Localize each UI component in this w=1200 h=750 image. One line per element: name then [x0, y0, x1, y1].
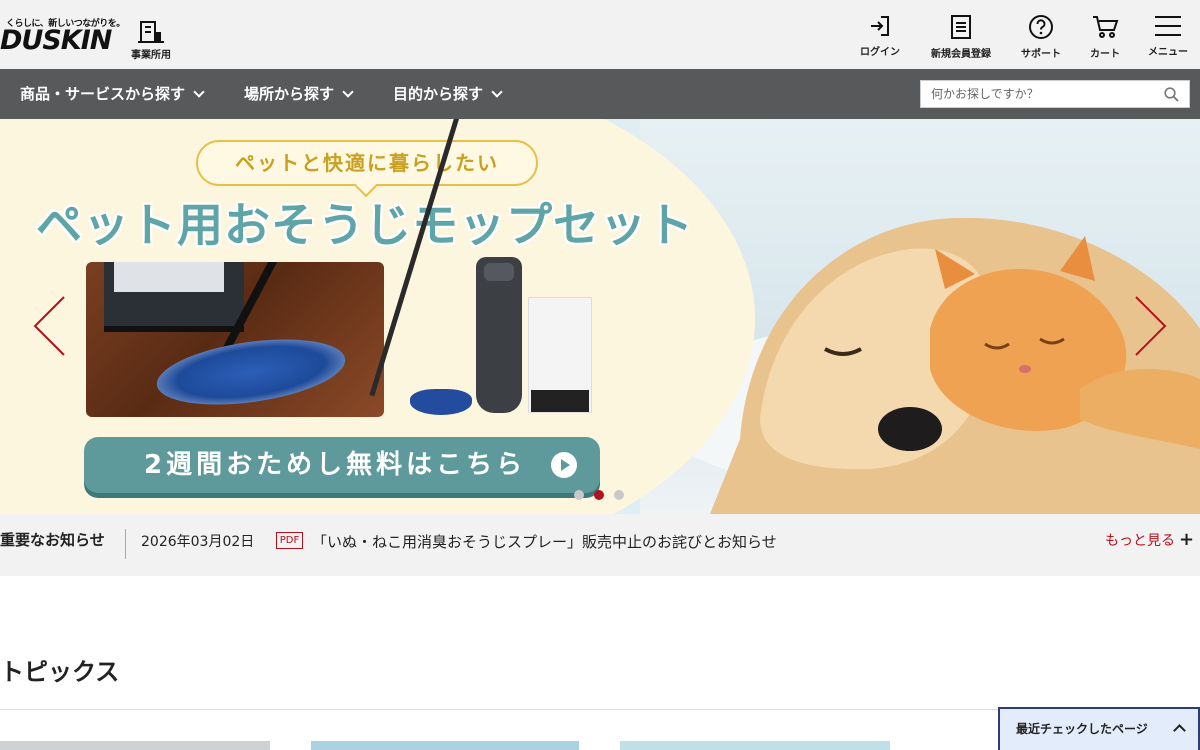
- logo-wordmark: DUSKIN: [0, 25, 112, 56]
- refill-box-product: [528, 297, 592, 413]
- support-button[interactable]: サポート: [1016, 14, 1066, 64]
- hero-carousel[interactable]: ペットと快適に暮らしたい ペット用おそうじモップセット 2週間おためし無料はこち…: [0, 119, 1200, 514]
- nav-purposes[interactable]: 目的から探す: [393, 69, 503, 119]
- site-header: くらしに、新しいつながりを。 DUSKIN 事業所用 ログイン 新規会員登録 サ…: [0, 0, 1200, 69]
- menu-button[interactable]: メニュー: [1142, 14, 1194, 64]
- topic-card-2[interactable]: [311, 741, 579, 750]
- topics-heading: トピックス: [0, 658, 120, 686]
- carousel-dots: [574, 485, 634, 500]
- notice-divider: [125, 529, 126, 559]
- cart-label: カート: [1090, 49, 1120, 60]
- hero-bubble-text: ペットと快適に暮らしたい: [196, 140, 538, 186]
- plus-icon: +: [1179, 529, 1195, 550]
- nav-products-services[interactable]: 商品・サービスから探す: [20, 69, 205, 119]
- carousel-dot[interactable]: [614, 490, 624, 500]
- notice-link[interactable]: 「いぬ・ねこ用消臭おそうじスプレー」販売中止のお詫びとお知らせ: [312, 531, 777, 552]
- hero-title: ペット用おそうじモップセット: [36, 198, 694, 252]
- duskin-logo[interactable]: くらしに、新しいつながりを。 DUSKIN: [0, 16, 125, 60]
- mop-floor-photo: [86, 262, 384, 417]
- pdf-badge: PDF: [276, 532, 303, 549]
- chevron-down-icon: [491, 86, 503, 98]
- search-input[interactable]: [921, 81, 1157, 107]
- search-box: [920, 80, 1190, 108]
- menu-label: メニュー: [1148, 47, 1188, 58]
- more-label: もっと見る: [1105, 533, 1175, 549]
- business-link[interactable]: 事業所用: [129, 20, 173, 62]
- important-notice-bar: 重要なお知らせ 2026年03月02日 PDF 「いぬ・ねこ用消臭おそうじスプレ…: [0, 514, 1200, 576]
- topic-card-1[interactable]: [0, 741, 270, 750]
- login-label: ログイン: [860, 47, 900, 58]
- cleaner-box: [104, 262, 244, 332]
- nav-products-label: 商品・サービスから探す: [20, 85, 186, 103]
- nav-purposes-label: 目的から探す: [393, 85, 484, 103]
- support-label: サポート: [1021, 49, 1061, 60]
- register-label: 新規会員登録: [931, 49, 991, 60]
- play-icon: [551, 452, 577, 478]
- mop-stand-product: [476, 257, 522, 413]
- carousel-prev-arrow[interactable]: [32, 295, 66, 357]
- recently-viewed-label: 最近チェックしたページ: [1016, 722, 1148, 736]
- carousel-dot-active[interactable]: [594, 490, 604, 500]
- recently-viewed-tab[interactable]: 最近チェックしたページ: [998, 707, 1200, 750]
- login-icon: [871, 16, 889, 36]
- blue-mop-head: [152, 329, 350, 415]
- chevron-up-icon: [1173, 724, 1186, 737]
- free-trial-label: 2週間おためし無料はこちら: [144, 450, 527, 480]
- carousel-next-arrow[interactable]: [1134, 295, 1168, 357]
- main-nav: 商品・サービスから探す 場所から探す 目的から探す: [0, 69, 1200, 119]
- topic-card-3[interactable]: [620, 741, 890, 750]
- register-button[interactable]: 新規会員登録: [924, 14, 998, 64]
- chevron-down-icon: [342, 86, 354, 98]
- nav-places-label: 場所から探す: [244, 85, 335, 103]
- building-icon: [138, 21, 164, 43]
- help-icon: [1029, 15, 1053, 39]
- cart-icon: [1093, 16, 1119, 38]
- nav-places[interactable]: 場所から探す: [244, 69, 354, 119]
- free-trial-button[interactable]: 2週間おためし無料はこちら: [84, 437, 600, 493]
- business-label: 事業所用: [131, 50, 171, 61]
- carousel-dot[interactable]: [574, 490, 584, 500]
- register-icon: [951, 15, 971, 39]
- chevron-down-icon: [193, 86, 205, 98]
- mop-head-product: [410, 389, 472, 415]
- login-button[interactable]: ログイン: [856, 14, 904, 64]
- search-icon[interactable]: [1164, 87, 1179, 102]
- more-link[interactable]: もっと見る +: [1105, 529, 1194, 550]
- cart-button[interactable]: カート: [1084, 14, 1126, 64]
- notice-date: 2026年03月02日: [141, 534, 255, 550]
- notice-title: 重要なお知らせ: [0, 531, 105, 549]
- menu-icon: [1155, 16, 1181, 36]
